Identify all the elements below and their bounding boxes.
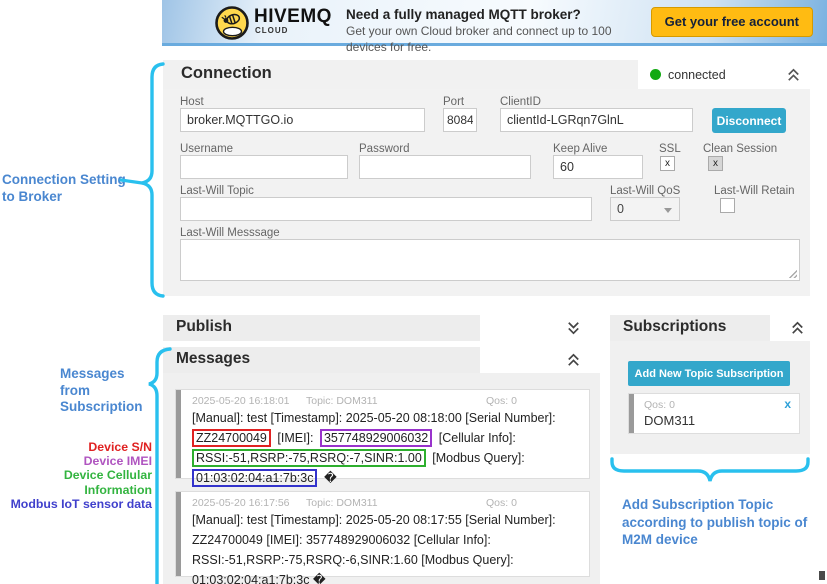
connection-status-text: connected bbox=[668, 68, 726, 82]
lastwill-message-textarea[interactable] bbox=[180, 239, 800, 281]
clientid-label: ClientID bbox=[500, 96, 541, 108]
publish-title: Publish bbox=[176, 318, 232, 336]
messages-title: Messages bbox=[176, 350, 250, 368]
clean-session-checkbox[interactable]: x bbox=[708, 156, 723, 171]
password-label: Password bbox=[359, 143, 410, 155]
message-item: 2025-05-20 16:18:01 Topic: DOM311 Qos: 0… bbox=[175, 389, 590, 479]
bee-icon bbox=[214, 5, 250, 46]
annotation-legend: Device S/N Device IMEI Device Cellular I… bbox=[0, 440, 152, 511]
legend-device-sn: Device S/N bbox=[0, 440, 152, 454]
connection-status: connected bbox=[638, 60, 810, 89]
port-input[interactable] bbox=[443, 108, 477, 132]
device-serial-highlight: ZZ24700049 bbox=[192, 429, 271, 447]
lastwill-retain-label: Last-Will Retain bbox=[714, 185, 795, 197]
ssl-label: SSL bbox=[659, 143, 681, 155]
disconnect-button[interactable]: Disconnect bbox=[712, 108, 786, 133]
message-topic: Topic: DOM311 bbox=[306, 395, 378, 407]
message-qos: Qos: 0 bbox=[486, 395, 517, 407]
brand-name: HIVEMQ bbox=[254, 8, 332, 26]
collapse-subscriptions-chevron-icon[interactable] bbox=[789, 319, 806, 336]
lastwill-topic-label: Last-Will Topic bbox=[180, 185, 254, 197]
subscriptions-title: Subscriptions bbox=[623, 318, 726, 336]
modbus-data-highlight: 01:03:02:04:a1:7b:3c bbox=[192, 469, 317, 487]
host-input[interactable] bbox=[180, 108, 425, 132]
collapse-connection-chevron-icon[interactable] bbox=[785, 66, 802, 83]
message-qos: Qos: 0 bbox=[486, 497, 517, 509]
checkmark-x-icon: x bbox=[665, 158, 670, 169]
keepalive-input[interactable] bbox=[553, 155, 643, 179]
message-payload: [Manual]: test [Timestamp]: 2025-05-20 0… bbox=[176, 507, 589, 584]
lastwill-qos-select[interactable]: 0 bbox=[610, 197, 680, 221]
banner-subheadline: Get your own Cloud broker and connect up… bbox=[346, 23, 646, 55]
host-label: Host bbox=[180, 96, 204, 108]
scrollbar-artifact bbox=[819, 571, 825, 580]
message-time: 2025-05-20 16:17:56 bbox=[192, 497, 290, 509]
annotation-messages-from-subscription: Messages from Subscription bbox=[60, 366, 143, 416]
banner-headline: Need a fully managed MQTT broker? bbox=[346, 6, 646, 23]
annotation-connection-setting: Connection Setting to Broker bbox=[2, 172, 126, 205]
connection-form: Host Port ClientID Disconnect Username P… bbox=[163, 89, 810, 296]
message-time: 2025-05-20 16:18:01 bbox=[192, 395, 290, 407]
lastwill-qos-label: Last-Will QoS bbox=[610, 185, 680, 197]
checkmark-x-icon: x bbox=[713, 158, 718, 169]
brand-subname: CLOUD bbox=[255, 26, 332, 35]
message-item: 2025-05-20 16:17:56 Topic: DOM311 Qos: 0… bbox=[175, 491, 590, 577]
legend-device-imei: Device IMEI bbox=[0, 454, 152, 468]
port-label: Port bbox=[443, 96, 464, 108]
clean-session-label: Clean Session bbox=[703, 143, 777, 155]
message-topic: Topic: DOM311 bbox=[306, 497, 378, 509]
add-subscription-button[interactable]: Add New Topic Subscription bbox=[628, 361, 790, 386]
expand-publish-chevron-icon[interactable] bbox=[565, 319, 582, 336]
legend-cellular-info: Device Cellular Information bbox=[0, 468, 152, 496]
subscription-item: Qos: 0 x DOM311 bbox=[628, 393, 800, 434]
lastwill-retain-checkbox[interactable] bbox=[720, 198, 735, 213]
lastwill-topic-input[interactable] bbox=[180, 197, 592, 221]
collapse-messages-chevron-icon[interactable] bbox=[565, 351, 582, 368]
password-input[interactable] bbox=[359, 155, 531, 179]
clientid-input[interactable] bbox=[500, 108, 693, 132]
subscription-brace-icon bbox=[612, 459, 808, 481]
subscriptions-panel: Add New Topic Subscription Qos: 0 x DOM3… bbox=[610, 341, 810, 454]
resize-handle-icon[interactable] bbox=[787, 268, 797, 278]
ssl-checkbox[interactable]: x bbox=[660, 156, 675, 171]
subscription-accent-bar bbox=[629, 394, 634, 433]
connection-header: Connection connected bbox=[163, 60, 810, 89]
publish-header: Publish bbox=[163, 315, 480, 341]
connection-brace-icon bbox=[142, 64, 163, 296]
mqtt-web-client: HIVEMQ CLOUD Need a fully managed MQTT b… bbox=[0, 0, 827, 584]
subscription-qos: Qos: 0 bbox=[644, 399, 675, 411]
annotation-add-subscription-topic: Add Subscription Topic according to publ… bbox=[622, 496, 820, 549]
lastwill-message-label: Last-Will Messsage bbox=[180, 227, 280, 239]
message-payload: [Manual]: test [Timestamp]: 2025-05-20 0… bbox=[176, 405, 589, 495]
subscription-topic: DOM311 bbox=[644, 413, 695, 428]
cellular-info-highlight: RSSI:-51,RSRP:-75,RSRQ:-7,SINR:1.00 bbox=[192, 449, 426, 467]
keepalive-label: Keep Alive bbox=[553, 143, 607, 155]
messages-header: Messages bbox=[163, 347, 480, 373]
hivemq-banner[interactable]: HIVEMQ CLOUD Need a fully managed MQTT b… bbox=[162, 0, 827, 46]
hivemq-logo: HIVEMQ CLOUD bbox=[214, 5, 332, 46]
subscriptions-header: Subscriptions bbox=[610, 315, 770, 341]
remove-subscription-button[interactable]: x bbox=[784, 397, 791, 411]
username-label: Username bbox=[180, 143, 233, 155]
get-free-account-button[interactable]: Get your free account bbox=[651, 7, 813, 37]
username-input[interactable] bbox=[180, 155, 348, 179]
messages-panel[interactable]: 2025-05-20 16:18:01 Topic: DOM311 Qos: 0… bbox=[163, 373, 600, 584]
connected-dot-icon bbox=[650, 69, 661, 80]
connection-title: Connection bbox=[181, 64, 272, 83]
device-imei-highlight: 357748929006032 bbox=[320, 429, 432, 447]
chevron-down-icon bbox=[664, 208, 672, 213]
legend-modbus-data: Modbus IoT sensor data bbox=[0, 497, 152, 511]
